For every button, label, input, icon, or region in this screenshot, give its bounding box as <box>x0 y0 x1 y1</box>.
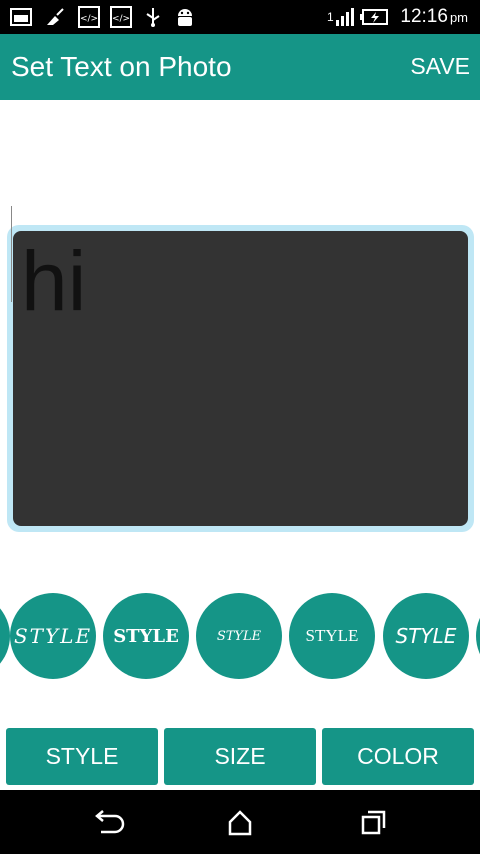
code-icon: </> <box>110 6 132 28</box>
style-option[interactable]: STYLE <box>289 593 375 679</box>
status-bar: </> </> 1 12:16 pm <box>0 0 480 34</box>
tab-row: STYLE SIZE COLOR <box>0 728 480 785</box>
code-icon: </> <box>78 6 100 28</box>
text-cursor <box>11 206 12 302</box>
battery-charging-icon <box>360 9 388 25</box>
back-icon <box>95 810 125 834</box>
signal-label: 1 <box>327 10 334 24</box>
app-bar: Set Text on Photo SAVE <box>0 34 480 100</box>
svg-text:</>: </> <box>80 14 98 24</box>
page-title: Set Text on Photo <box>11 51 232 82</box>
signal-icon <box>336 8 354 26</box>
svg-text:</>: </> <box>112 14 130 24</box>
clock: 12:16 pm <box>400 6 468 27</box>
text-canvas[interactable]: hi <box>13 231 468 526</box>
style-strip[interactable]: STYLE STYLE STYLE STYLE STYLE <box>0 593 480 679</box>
home-button[interactable] <box>222 808 258 838</box>
recents-button[interactable] <box>355 808 391 838</box>
cleaner-icon <box>47 8 64 25</box>
photo-frame: hi <box>7 225 474 532</box>
nav-bar <box>0 790 480 854</box>
canvas-text[interactable]: hi <box>21 235 86 328</box>
home-icon <box>228 810 252 836</box>
style-option[interactable]: STYLE <box>10 593 96 679</box>
tab-style[interactable]: STYLE <box>6 728 158 785</box>
save-button[interactable]: SAVE <box>410 53 470 80</box>
tab-size[interactable]: SIZE <box>164 728 316 785</box>
recents-icon <box>361 810 386 835</box>
style-option-partial[interactable] <box>0 593 10 679</box>
style-option[interactable]: STYLE <box>383 593 469 679</box>
style-option[interactable]: STYLE <box>103 593 189 679</box>
android-debug-icon <box>178 9 192 26</box>
style-option[interactable]: STYLE <box>196 593 282 679</box>
gallery-icon <box>10 8 32 26</box>
back-button[interactable] <box>89 808 125 838</box>
tab-color[interactable]: COLOR <box>322 728 474 785</box>
style-option-partial[interactable] <box>476 593 480 679</box>
usb-icon <box>146 8 160 27</box>
